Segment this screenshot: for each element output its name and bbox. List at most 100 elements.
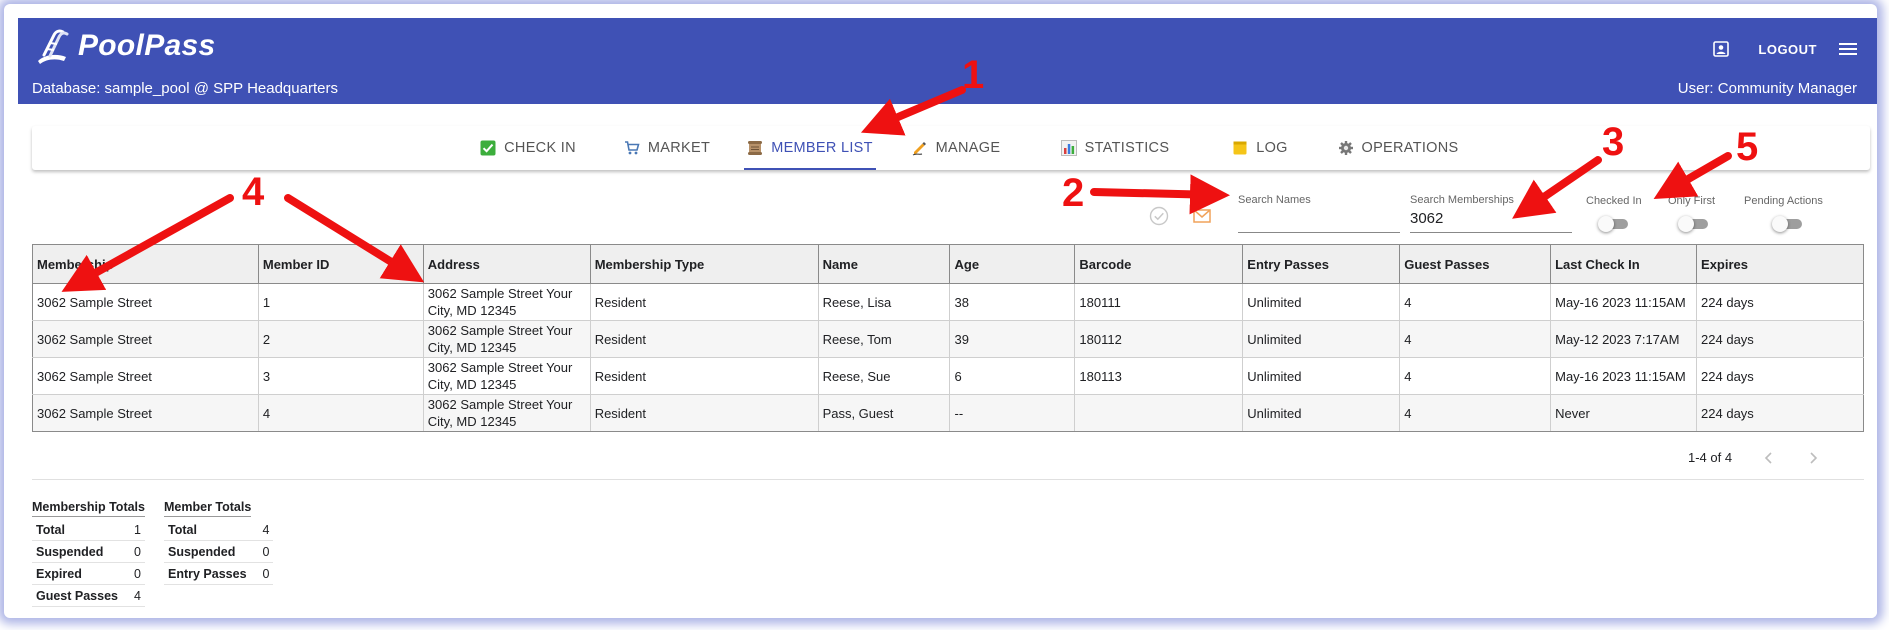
table-cell: 3062 Sample Street Your City, MD 12345 — [422, 320, 591, 358]
column-header[interactable]: Last Check In — [1550, 244, 1698, 284]
tab-manage[interactable]: MANAGE — [896, 126, 1016, 170]
totals-label: Suspended — [32, 540, 122, 563]
pagination: 1-4 of 4 — [1688, 450, 1820, 465]
table-cell: 224 days — [1696, 357, 1864, 395]
table-cell: 4 — [1399, 320, 1552, 358]
column-header[interactable]: Name — [817, 244, 951, 284]
table-cell: 224 days — [1696, 320, 1864, 358]
table-cell: -- — [949, 394, 1076, 432]
table-cell: May-12 2023 7:17AM — [1550, 320, 1698, 358]
totals-row: Guest Passes 4 — [32, 584, 145, 607]
only-first-toggle: Only First — [1668, 195, 1716, 232]
search-names-field: Search Names — [1238, 194, 1400, 233]
column-header[interactable]: Membership Type — [589, 244, 819, 284]
only-first-label: Only First — [1668, 195, 1716, 207]
table-cell: 39 — [949, 320, 1076, 358]
membership-totals-title: Membership Totals — [32, 500, 145, 517]
bar-chart-icon — [1060, 140, 1077, 156]
table-cell: 180112 — [1074, 320, 1244, 358]
check-circle-icon[interactable] — [1149, 206, 1169, 226]
column-header[interactable]: Expires — [1696, 244, 1864, 284]
table-cell: 180111 — [1074, 283, 1244, 321]
search-memberships-input[interactable] — [1410, 206, 1572, 233]
column-header[interactable]: Guest Passes — [1399, 244, 1552, 284]
table-cell: 3062 Sample Street — [32, 320, 259, 358]
tab-manage-label: MANAGE — [935, 140, 1001, 156]
table-row[interactable]: 3062 Sample Street 1 3062 Sample Street … — [32, 283, 1864, 321]
tab-member-list-label: MEMBER LIST — [771, 140, 873, 156]
table-cell: 3062 Sample Street Your City, MD 12345 — [422, 394, 591, 432]
section-divider — [32, 479, 1864, 480]
tab-check-in[interactable]: CHECK IN — [468, 126, 588, 170]
app-name: PoolPass — [78, 29, 216, 62]
pending-actions-switch[interactable] — [1772, 216, 1802, 232]
checked-in-toggle: Checked In — [1586, 195, 1642, 232]
chevron-right-icon[interactable] — [1806, 451, 1820, 465]
column-header[interactable]: Entry Passes — [1242, 244, 1401, 284]
header-actions: LOGOUT — [1712, 40, 1859, 58]
table-cell: Pass, Guest — [817, 394, 951, 432]
checked-in-label: Checked In — [1586, 195, 1642, 207]
table-cell: May-16 2023 11:15AM — [1550, 357, 1698, 395]
table-cell: 3062 Sample Street — [32, 357, 259, 395]
totals-row: Suspended 0 — [164, 540, 274, 563]
column-header[interactable]: Barcode — [1074, 244, 1244, 284]
table-cell: Unlimited — [1242, 394, 1401, 432]
only-first-switch[interactable] — [1678, 216, 1708, 232]
column-header[interactable]: Address — [422, 244, 591, 284]
logout-button[interactable]: LOGOUT — [1758, 42, 1817, 57]
member-table: Membership Member ID Address Membership … — [32, 244, 1864, 432]
check-box-icon — [480, 140, 496, 156]
pencil-icon — [912, 142, 926, 156]
table-cell: 4 — [1399, 394, 1552, 432]
column-header[interactable]: Age — [949, 244, 1076, 284]
table-cell: Reese, Sue — [817, 357, 951, 395]
table-row[interactable]: 3062 Sample Street 4 3062 Sample Street … — [32, 394, 1864, 432]
membership-totals: Membership Totals Total 1 Suspended 0 Expi… — [32, 500, 145, 607]
totals-row: Entry Passes 0 — [164, 562, 274, 585]
column-header[interactable]: Membership — [32, 244, 259, 284]
checked-in-switch[interactable] — [1598, 216, 1628, 232]
tab-log-label: LOG — [1256, 140, 1288, 156]
gear-icon — [1338, 141, 1353, 155]
pending-actions-label: Pending Actions — [1744, 195, 1823, 207]
email-icon[interactable] — [1192, 206, 1212, 226]
pending-actions-toggle: Pending Actions — [1744, 195, 1823, 232]
tab-operations[interactable]: OPERATIONS — [1328, 126, 1468, 170]
table-cell: Resident — [589, 320, 819, 358]
column-header[interactable]: Member ID — [257, 244, 424, 284]
table-cell: 3062 Sample Street — [32, 394, 259, 432]
tab-operations-label: OPERATIONS — [1361, 140, 1459, 156]
table-cell: Resident — [589, 394, 819, 432]
search-names-input[interactable] — [1238, 206, 1400, 233]
table-cell: 3 — [257, 357, 424, 395]
table-header-row: Membership Member ID Address Membership … — [32, 244, 1864, 284]
table-cell: 38 — [949, 283, 1076, 321]
table-cell: Resident — [589, 283, 819, 321]
table-cell: Never — [1550, 394, 1698, 432]
tab-member-list[interactable]: MEMBER LIST — [744, 126, 876, 170]
tab-market[interactable]: MARKET — [612, 126, 722, 170]
table-row[interactable]: 3062 Sample Street 2 3062 Sample Street … — [32, 320, 1864, 358]
brand[interactable]: PoolPass — [30, 26, 215, 66]
membership-totals-table: Total 1 Suspended 0 Expired 0 Guest Passes 4 — [32, 519, 145, 607]
totals-label: Expired — [32, 562, 122, 585]
table-cell: 180113 — [1074, 357, 1244, 395]
tab-statistics[interactable]: STATISTICS — [1042, 126, 1188, 170]
table-cell: Reese, Tom — [817, 320, 951, 358]
totals-row: Total 1 — [32, 519, 145, 541]
table-cell: 1 — [257, 283, 424, 321]
table-row[interactable]: 3062 Sample Street 3 3062 Sample Street … — [32, 357, 1864, 395]
tab-log[interactable]: LOG — [1212, 126, 1308, 170]
main-nav: CHECK IN MARKET MEMBER LIST MANAGE STATI… — [32, 126, 1870, 170]
tab-statistics-label: STATISTICS — [1084, 140, 1170, 156]
totals-value: 0 — [122, 562, 145, 585]
chevron-left-icon[interactable] — [1762, 451, 1776, 465]
table-cell: 2 — [257, 320, 424, 358]
table-cell: Resident — [589, 357, 819, 395]
table-cell: Unlimited — [1242, 357, 1401, 395]
table-cell: Unlimited — [1242, 320, 1401, 358]
hamburger-menu-icon[interactable] — [1837, 40, 1859, 58]
table-cell: 4 — [1399, 357, 1552, 395]
account-box-icon[interactable] — [1712, 40, 1730, 58]
